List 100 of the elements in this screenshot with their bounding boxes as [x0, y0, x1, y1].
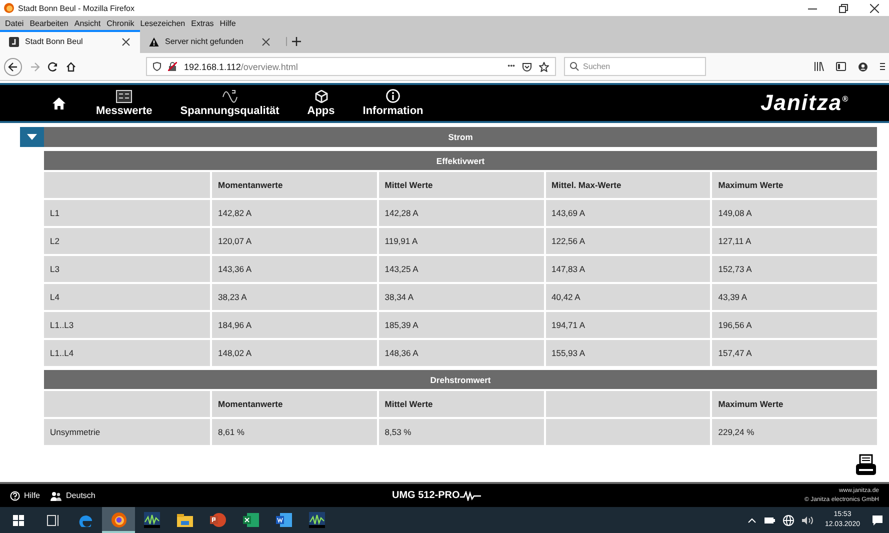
column-header: Momentanwerte	[212, 172, 377, 198]
close-icon[interactable]	[262, 38, 270, 46]
table-cell: 184,96 A	[212, 312, 377, 338]
language-link[interactable]: Deutsch	[50, 490, 96, 500]
menu-item[interactable]: Lesezeichen	[140, 18, 186, 28]
menu-item[interactable]: Bearbeiten	[30, 18, 68, 28]
globe-icon[interactable]	[782, 514, 794, 526]
help-icon	[10, 490, 20, 500]
row-label: L1	[44, 200, 210, 226]
help-link[interactable]: Hilfe	[10, 490, 40, 500]
table-cell: 122,56 A	[546, 228, 710, 254]
table-cell: 8,61 %	[212, 419, 377, 445]
device-name: UMG 512-PRO	[392, 490, 460, 501]
shield-icon	[153, 62, 161, 71]
reload-icon[interactable]	[48, 62, 58, 72]
home-icon[interactable]	[66, 62, 76, 72]
close-icon[interactable]	[870, 4, 879, 12]
table-cell: 120,07 A	[212, 228, 377, 254]
nav-item[interactable]: Spannungsqualität	[166, 90, 294, 116]
table-cell: 43,39 A	[712, 284, 877, 310]
menu-icon[interactable]	[880, 62, 885, 71]
table-cell: 142,28 A	[378, 200, 544, 226]
battery-icon[interactable]	[764, 516, 775, 524]
account-icon[interactable]	[858, 62, 868, 72]
menu-item[interactable]: Ansicht	[74, 18, 101, 28]
table-cell: 155,93 A	[546, 340, 710, 366]
info-icon	[386, 89, 400, 103]
row-label: Unsymmetrie	[44, 419, 210, 445]
column-header: Maximum Werte	[712, 391, 877, 417]
row-label: L2	[44, 228, 210, 254]
menu-item[interactable]: Chronik	[106, 18, 134, 28]
menu-item[interactable]: Extras	[191, 18, 214, 28]
nav-item[interactable]: Apps	[293, 90, 349, 116]
close-icon[interactable]	[122, 38, 130, 46]
row-label: L1..L3	[44, 312, 210, 338]
menu-item[interactable]: Hilfe	[220, 18, 236, 28]
table-cell: 148,36 A	[378, 340, 544, 366]
column-header: Maximum Werte	[712, 172, 877, 198]
browser-tab[interactable]: Stadt Bonn Beul	[0, 30, 140, 53]
new-tab-icon[interactable]	[292, 37, 301, 46]
table-cell: 38,23 A	[212, 284, 377, 310]
browser-tab[interactable]: Server nicht gefunden	[140, 30, 280, 53]
table-cell: 143,25 A	[378, 256, 544, 282]
section-header: Strom	[44, 127, 877, 147]
table-cell: 8,53 %	[378, 419, 544, 445]
table-cell: 194,71 A	[546, 312, 710, 338]
table-section-header: Effektivwert	[44, 151, 877, 170]
print-icon[interactable]	[855, 454, 877, 476]
chevron-up-icon[interactable]	[748, 518, 756, 522]
table-cell: 149,08 A	[712, 200, 877, 226]
table-cell: 196,56 A	[712, 312, 877, 338]
table-section-header: Drehstromwert	[44, 370, 877, 389]
restore-icon[interactable]	[839, 4, 848, 12]
table-cell: 185,39 A	[378, 312, 544, 338]
firefox-icon[interactable]	[102, 507, 135, 533]
people-icon	[50, 490, 62, 500]
table-cell: 147,83 A	[546, 256, 710, 282]
table-cell: 40,42 A	[546, 284, 710, 310]
row-label: L3	[44, 256, 210, 282]
column-header: Momentanwerte	[212, 391, 377, 417]
pocket-icon[interactable]	[522, 62, 532, 72]
sine-wave-icon	[222, 90, 238, 102]
notification-icon[interactable]	[872, 514, 883, 526]
back-button[interactable]	[4, 58, 22, 76]
insecure-lock-icon	[168, 62, 177, 71]
nav-item[interactable]: Messwerte	[82, 90, 166, 116]
star-icon[interactable]	[539, 62, 549, 72]
page-icon	[9, 36, 19, 46]
url-text: 192.168.1.112/overview.html	[184, 62, 298, 72]
waveform-icon	[460, 490, 482, 500]
meter-display-icon	[116, 90, 132, 102]
table-cell: 142,82 A	[212, 200, 377, 226]
home-icon[interactable]	[52, 96, 66, 110]
back-arrow-icon	[8, 62, 18, 72]
table-cell: 157,47 A	[712, 340, 877, 366]
column-header: Mittel Werte	[378, 391, 544, 417]
caret-icon	[27, 134, 37, 140]
table-cell: 119,91 A	[378, 228, 544, 254]
sidebar-icon[interactable]	[836, 62, 846, 71]
windows-icon	[12, 514, 24, 526]
warning-icon	[149, 36, 159, 46]
row-label: L4	[44, 284, 210, 310]
table-cell: 38,34 A	[378, 284, 544, 310]
search-field[interactable]: Suchen	[564, 57, 706, 76]
table-cell: 229,24 %	[712, 419, 877, 445]
row-label: L1..L4	[44, 340, 210, 366]
table-cell: 152,73 A	[712, 256, 877, 282]
menu-item[interactable]: Datei	[5, 18, 24, 28]
nav-item[interactable]: Information	[348, 89, 438, 117]
column-header: Mittel Werte	[378, 172, 544, 198]
speaker-icon[interactable]	[802, 516, 813, 524]
collapse-toggle[interactable]	[20, 127, 44, 147]
cube-icon	[314, 90, 328, 102]
window-title: Stadt Bonn Beul - Mozilla Firefox	[18, 4, 136, 12]
library-icon[interactable]	[814, 62, 824, 71]
table-cell: 143,69 A	[546, 200, 710, 226]
table-cell: 143,36 A	[212, 256, 377, 282]
table-cell: 148,02 A	[212, 340, 377, 366]
table-cell: 127,11 A	[712, 228, 877, 254]
logo: Janitza$^{®}$	[760, 90, 849, 116]
